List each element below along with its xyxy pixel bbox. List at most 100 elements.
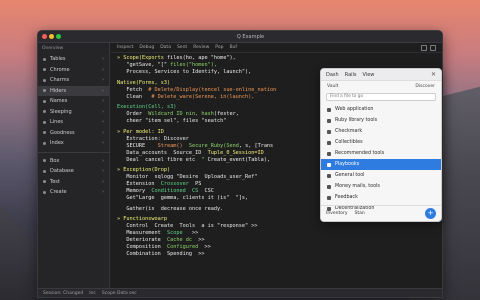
panel-tab-rails[interactable]: Rails <box>345 72 357 78</box>
code-line[interactable]: Deteriorate Cache dc >> <box>117 237 436 244</box>
sidebar-item-label: Names <box>50 98 68 105</box>
editor-tab-inspect[interactable]: Inspect <box>117 45 133 50</box>
folder-icon <box>43 78 46 82</box>
chevron-right-icon[interactable]: › <box>102 77 104 83</box>
code-line[interactable]: » Scope(Exports files(ho, ape "home"), <box>117 55 436 62</box>
sidebar-item-chrome[interactable]: Chrome › <box>38 65 109 76</box>
chevron-right-icon[interactable]: › <box>102 140 104 146</box>
panel-toggle-icon[interactable] <box>430 44 436 51</box>
folder-icon <box>43 120 46 124</box>
sidebar-item-database[interactable]: Database › <box>38 166 109 177</box>
sidebar-item-names[interactable]: Names › <box>38 96 109 107</box>
editor-tab-data[interactable]: Data <box>160 45 171 50</box>
panel-list-item[interactable]: Money mails, tools <box>321 181 441 192</box>
editor-tab-review[interactable]: Review <box>193 45 209 50</box>
editor-tab-pop[interactable]: Pop <box>215 45 223 50</box>
chevron-right-icon[interactable]: › <box>102 179 104 185</box>
code-token: Measurement <box>117 230 167 236</box>
chevron-right-icon[interactable]: › <box>102 189 104 195</box>
chevron-right-icon[interactable]: › <box>102 109 104 115</box>
sidebar-item-charms[interactable]: Charms › <box>38 75 109 86</box>
code-line[interactable]: Measurement Scope >> <box>117 230 436 237</box>
sidebar-item-create[interactable]: Create › <box>38 187 109 198</box>
code-line[interactable]: Combination Spending >> <box>117 251 436 258</box>
close-window-button[interactable] <box>42 34 47 39</box>
title-bar[interactable]: Q Example <box>38 31 442 43</box>
panel-tab-view[interactable]: View <box>363 72 375 78</box>
editor-toolbar-actions <box>421 44 436 51</box>
sidebar-item-lines[interactable]: Lines › <box>38 117 109 128</box>
editor-tab-buf[interactable]: Buf <box>229 45 237 50</box>
sidebar-item-label: Lines <box>50 119 64 126</box>
split-view-icon[interactable] <box>421 44 427 51</box>
panel-list-item[interactable]: Playbooks <box>321 159 441 170</box>
file-icon <box>327 118 331 123</box>
sidebar-item-index[interactable]: Index › <box>38 138 109 149</box>
code-token: Deal cancel fibre etc <box>117 156 202 163</box>
sidebar-item-label: Chrome <box>50 66 70 73</box>
panel-list-item[interactable]: Checkmark <box>321 126 441 137</box>
panel-item-label: Feedback <box>335 195 358 200</box>
panel-list-item[interactable]: General tool <box>321 170 441 181</box>
sidebar-item-label: Tables <box>50 56 66 63</box>
file-icon <box>327 129 331 134</box>
sidebar-item-box[interactable]: Box › <box>38 156 109 167</box>
chevron-right-icon[interactable]: › <box>102 130 104 136</box>
sidebar-item-test[interactable]: Test › <box>38 177 109 188</box>
add-button[interactable]: + <box>425 208 436 219</box>
code-token: Clean <box>117 93 152 100</box>
minimize-window-button[interactable] <box>49 34 54 39</box>
code-token: Crossover <box>160 181 189 187</box>
code-token: Extraction: Discover <box>117 135 189 142</box>
sidebar-item-goodness[interactable]: Goodness › <box>38 128 109 139</box>
panel-sub-right[interactable]: Discover <box>415 84 435 89</box>
chevron-right-icon[interactable]: › <box>102 56 104 62</box>
panel-list-item[interactable]: Ruby library tools <box>321 115 441 126</box>
sidebar-item-label: Goodness <box>50 129 75 136</box>
panel-search-input[interactable]: Find a file to go <box>326 93 436 101</box>
sidebar: Overview Tables › Chrome › Charms › Hiders › Nam… <box>38 43 110 288</box>
code-token: PS <box>188 181 202 187</box>
editor-tab-debug[interactable]: Debug <box>139 45 154 50</box>
close-icon[interactable]: ✕ <box>431 71 436 78</box>
editor-tab-sent[interactable]: Sent <box>177 45 187 50</box>
panel-list-item[interactable]: Collectibles <box>321 137 441 148</box>
folder-icon <box>43 159 46 163</box>
panel-tab-dash[interactable]: Dash <box>326 72 339 78</box>
sidebar-item-sleeping[interactable]: Sleeping › <box>38 107 109 118</box>
code-token: Secure_Ruby(Send <box>182 142 239 149</box>
code-token: Control Create Tools a is "response" >> <box>117 223 258 229</box>
code-token: Scope <box>166 230 183 236</box>
folder-icon <box>43 99 46 103</box>
sidebar-item-label: Charms <box>50 77 70 84</box>
chevron-right-icon[interactable]: › <box>102 88 104 94</box>
code-token: Configured <box>160 244 199 250</box>
sidebar-item-label: Test <box>50 178 60 185</box>
panel-list-item[interactable]: Feedback <box>321 192 441 203</box>
sidebar-item-tables[interactable]: Tables › <box>38 54 109 65</box>
chevron-right-icon[interactable]: › <box>102 67 104 73</box>
panel-item-label: Collectibles <box>335 140 363 145</box>
panel-list-item[interactable]: Recommended tools <box>321 148 441 159</box>
sidebar-tabs: Overview <box>38 43 109 54</box>
code-line[interactable]: Composition Configured >> <box>117 244 436 251</box>
code-line[interactable]: Control Create Tools a is "response" >> <box>117 223 436 230</box>
code-token: Create_event(Tabla), <box>207 156 271 163</box>
sidebar-item-hiders[interactable]: Hiders › <box>38 85 109 96</box>
chevron-right-icon[interactable]: › <box>102 158 104 164</box>
code-token: Stream() <box>157 142 183 149</box>
footer-stan-button[interactable]: Stan <box>355 211 365 216</box>
code-token: cheer "item sel", <box>117 118 183 124</box>
code-token: files(ho, ape "home"), <box>166 55 236 61</box>
folder-icon <box>43 141 46 145</box>
panel-item-label: Checkmark <box>335 129 363 134</box>
code-token: Deteriorate <box>117 237 167 243</box>
zoom-window-button[interactable] <box>56 34 61 39</box>
panel-list-item[interactable]: Web application <box>321 104 441 115</box>
footer-inventory-button[interactable]: Inventory <box>326 211 348 216</box>
sidebar-tab-overview[interactable]: Overview <box>42 46 63 51</box>
chevron-right-icon[interactable]: › <box>102 119 104 125</box>
chevron-right-icon[interactable]: › <box>102 168 104 174</box>
sidebar-item-label: Create <box>50 189 67 196</box>
chevron-right-icon[interactable]: › <box>102 98 104 104</box>
